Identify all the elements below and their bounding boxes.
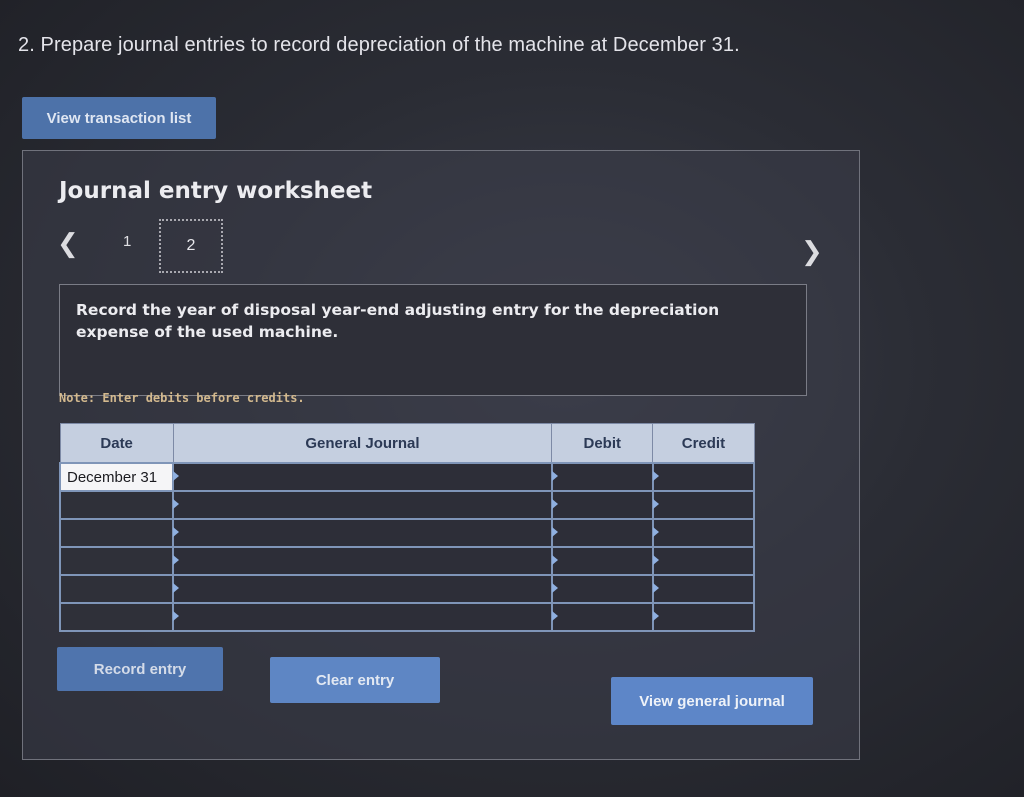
view-transaction-list-button[interactable]: View transaction list — [22, 97, 216, 139]
record-entry-button[interactable]: Record entry — [57, 647, 223, 691]
table-row — [58, 602, 756, 632]
account-cell[interactable] — [172, 546, 553, 576]
clear-entry-button[interactable]: Clear entry — [270, 657, 440, 703]
worksheet-title: Journal entry worksheet — [59, 178, 373, 204]
table-row: December 31 — [58, 462, 756, 492]
chevron-right-icon[interactable]: ❯ — [801, 237, 823, 267]
caret-right-icon — [173, 611, 180, 621]
credit-cell[interactable] — [651, 518, 756, 548]
account-cell[interactable] — [172, 518, 553, 548]
account-cell[interactable] — [172, 602, 553, 632]
caret-right-icon — [551, 499, 558, 509]
caret-right-icon — [173, 499, 180, 509]
account-cell[interactable] — [172, 490, 553, 520]
question-text: 2. Prepare journal entries to record dep… — [18, 34, 740, 56]
caret-right-icon — [652, 471, 659, 481]
credit-cell[interactable] — [651, 490, 756, 520]
date-cell[interactable] — [58, 574, 175, 604]
date-cell[interactable]: December 31 — [58, 462, 175, 492]
table-row — [58, 490, 756, 520]
caret-right-icon — [652, 583, 659, 593]
caret-right-icon — [551, 527, 558, 537]
caret-right-icon — [551, 555, 558, 565]
debit-header: Debit — [551, 423, 654, 464]
caret-right-icon — [551, 611, 558, 621]
caret-right-icon — [652, 555, 659, 565]
table-row — [58, 546, 756, 576]
tab-2-label: 2 — [186, 237, 196, 254]
account-cell[interactable] — [172, 574, 553, 604]
caret-right-icon — [173, 555, 180, 565]
credit-cell[interactable] — [651, 574, 756, 604]
caret-right-icon — [173, 527, 180, 537]
general-journal-header: General Journal — [172, 423, 553, 464]
caret-right-icon — [173, 471, 180, 481]
tab-1[interactable]: 1 — [123, 233, 131, 250]
debit-cell[interactable] — [550, 602, 654, 632]
credit-header: Credit — [652, 423, 755, 464]
journal-table: Date General Journal Debit Credit Decemb… — [58, 423, 756, 632]
note-text: Note: Enter debits before credits. — [59, 391, 305, 405]
credit-cell[interactable] — [651, 462, 756, 492]
debit-cell[interactable] — [550, 518, 654, 548]
tab-2[interactable]: 2 — [159, 219, 223, 273]
credit-cell[interactable] — [651, 602, 756, 632]
journal-entry-worksheet-panel: Journal entry worksheet ❮ 1 2 ❯ Record t… — [22, 150, 860, 760]
debit-cell[interactable] — [550, 574, 654, 604]
caret-right-icon — [551, 471, 558, 481]
view-general-journal-button[interactable]: View general journal — [611, 677, 813, 725]
account-cell[interactable] — [172, 462, 553, 492]
table-row — [58, 518, 756, 548]
date-cell[interactable] — [58, 546, 175, 576]
debit-cell[interactable] — [550, 546, 654, 576]
chevron-left-icon[interactable]: ❮ — [57, 229, 79, 259]
table-row — [58, 574, 756, 604]
date-cell[interactable] — [58, 518, 175, 548]
caret-right-icon — [652, 527, 659, 537]
debit-cell[interactable] — [550, 490, 654, 520]
caret-right-icon — [173, 583, 180, 593]
caret-right-icon — [551, 583, 558, 593]
journal-header-row: Date General Journal Debit Credit — [59, 423, 755, 464]
caret-right-icon — [652, 611, 659, 621]
date-header: Date — [59, 423, 174, 464]
date-cell[interactable] — [58, 602, 175, 632]
date-cell[interactable] — [58, 490, 175, 520]
debit-cell[interactable] — [550, 462, 654, 492]
instruction-box: Record the year of disposal year-end adj… — [59, 284, 807, 396]
credit-cell[interactable] — [651, 546, 756, 576]
caret-right-icon — [652, 499, 659, 509]
